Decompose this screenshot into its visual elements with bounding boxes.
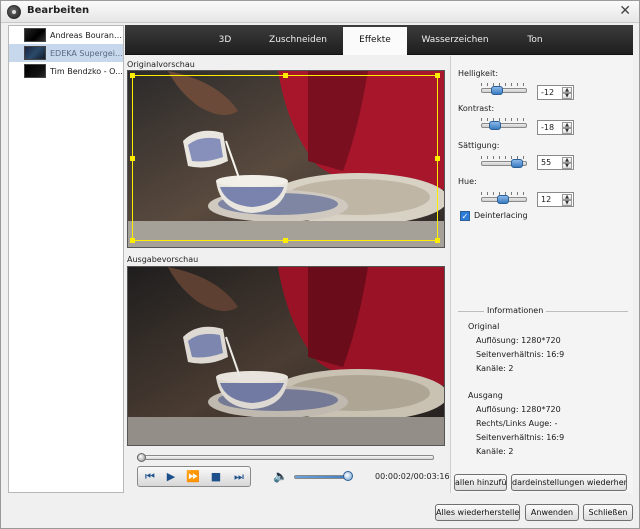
edit-dialog: Bearbeiten ✕ Andreas Bourani ... EDEKA S…: [0, 0, 640, 529]
brightness-value: -12: [541, 88, 555, 97]
seek-slider[interactable]: [137, 453, 434, 462]
video-thumbnail: [24, 64, 46, 78]
contrast-label: Kontrast:: [458, 104, 495, 113]
hue-slider-thumb[interactable]: [497, 195, 509, 204]
tab-effects[interactable]: Effekte: [343, 25, 407, 55]
video-thumbnail: [24, 46, 46, 60]
apply-button[interactable]: Anwenden: [525, 504, 579, 521]
file-name: EDEKA Supergeil ...: [50, 48, 123, 58]
info-original-resolution: Auflösung: 1280*720: [476, 336, 561, 345]
brightness-spinbox[interactable]: -12 ▲ ▼: [537, 85, 574, 100]
contrast-value: -18: [541, 123, 555, 132]
window-title: Bearbeiten: [27, 5, 90, 16]
spin-down-icon[interactable]: ▼: [562, 128, 572, 134]
original-preview: [127, 70, 445, 248]
info-group: Informationen Original Auflösung: 1280*7…: [458, 306, 628, 471]
info-legend: Informationen: [484, 306, 547, 315]
close-button[interactable]: Schließen: [583, 504, 633, 521]
video-frame-image: [128, 71, 444, 247]
info-original-aspect: Seitenverhältnis: 16:9: [476, 350, 565, 359]
contrast-slider[interactable]: [481, 123, 527, 128]
title-bar: Bearbeiten ✕: [1, 1, 639, 23]
transport-controls: ⏮ ▶ ⏩ ■ ⏭: [137, 466, 251, 487]
seek-thumb[interactable]: [137, 453, 146, 462]
slider-ticks: [481, 83, 527, 86]
play-icon[interactable]: ▶: [163, 470, 179, 484]
info-output-heading: Ausgang: [468, 391, 503, 400]
file-list-item-selected[interactable]: EDEKA Supergeil ...: [9, 44, 123, 62]
deinterlacing-checkbox[interactable]: ✓: [460, 211, 470, 221]
tab-watermark[interactable]: Wasserzeichen: [415, 25, 495, 55]
file-list: Andreas Bourani ... EDEKA Supergeil ... …: [8, 25, 124, 493]
skip-forward-icon[interactable]: ⏭: [231, 470, 247, 484]
output-preview: [127, 266, 445, 446]
volume-thumb[interactable]: [343, 471, 353, 481]
info-output-eye: Rechts/Links Auge: -: [476, 419, 558, 428]
info-original-heading: Original: [468, 322, 500, 331]
apply-to-all-button[interactable]: allen hinzufüg: [454, 474, 507, 491]
spin-down-icon[interactable]: ▼: [562, 93, 572, 99]
tab-crop[interactable]: Zuschneiden: [263, 25, 333, 55]
video-thumbnail: [24, 28, 46, 42]
stop-icon[interactable]: ■: [208, 470, 224, 484]
hue-spinbox[interactable]: 12 ▲ ▼: [537, 192, 574, 207]
saturation-slider-thumb[interactable]: [511, 159, 523, 168]
file-list-item[interactable]: Andreas Bourani ...: [9, 26, 123, 44]
info-output-channels: Kanäle: 2: [476, 447, 514, 456]
info-output-aspect: Seitenverhältnis: 16:9: [476, 433, 565, 442]
saturation-label: Sättigung:: [458, 141, 500, 150]
spin-down-icon[interactable]: ▼: [562, 200, 572, 206]
brightness-slider-thumb[interactable]: [491, 86, 503, 95]
fast-forward-icon[interactable]: ⏩: [185, 470, 201, 484]
brightness-label: Helligkeit:: [458, 69, 499, 78]
close-icon[interactable]: ✕: [619, 3, 631, 19]
contrast-slider-thumb[interactable]: [489, 121, 501, 130]
app-logo-icon: [7, 5, 21, 19]
spin-down-icon[interactable]: ▼: [562, 163, 572, 169]
tab-audio[interactable]: Ton: [513, 25, 557, 55]
restore-defaults-button[interactable]: dardeinstellungen wiederherst: [511, 474, 627, 491]
volume-icon[interactable]: 🔈: [273, 469, 289, 483]
hue-label: Hue:: [458, 177, 477, 186]
restore-all-button[interactable]: Alles wiederherstellen: [435, 504, 520, 521]
effects-panel: Helligkeit: -12 ▲ ▼ Kontrast: -18 ▲ ▼ Sätt…: [450, 56, 633, 493]
file-list-item[interactable]: Tim Bendzko - O...: [9, 62, 123, 80]
tab-bar: 3D Zuschneiden Effekte Wasserzeichen Ton: [125, 25, 633, 55]
saturation-spinbox[interactable]: 55 ▲ ▼: [537, 155, 574, 170]
brightness-slider[interactable]: [481, 88, 527, 93]
hue-value: 12: [541, 195, 552, 204]
original-preview-label: Originalvorschau: [127, 60, 195, 69]
video-frame-image: [128, 267, 444, 445]
contrast-spinbox[interactable]: -18 ▲ ▼: [537, 120, 574, 135]
time-display: 00:00:02/00:03:16: [375, 472, 450, 481]
saturation-value: 55: [541, 158, 552, 167]
deinterlacing-label: Deinterlacing: [474, 211, 528, 220]
output-preview-label: Ausgabevorschau: [127, 255, 199, 264]
skip-back-icon[interactable]: ⏮: [142, 470, 158, 484]
file-name: Tim Bendzko - O...: [50, 66, 123, 76]
file-name: Andreas Bourani ...: [50, 30, 123, 40]
slider-ticks: [481, 118, 527, 121]
info-original-channels: Kanäle: 2: [476, 364, 514, 373]
tab-3d[interactable]: 3D: [205, 25, 245, 55]
info-output-resolution: Auflösung: 1280*720: [476, 405, 561, 414]
